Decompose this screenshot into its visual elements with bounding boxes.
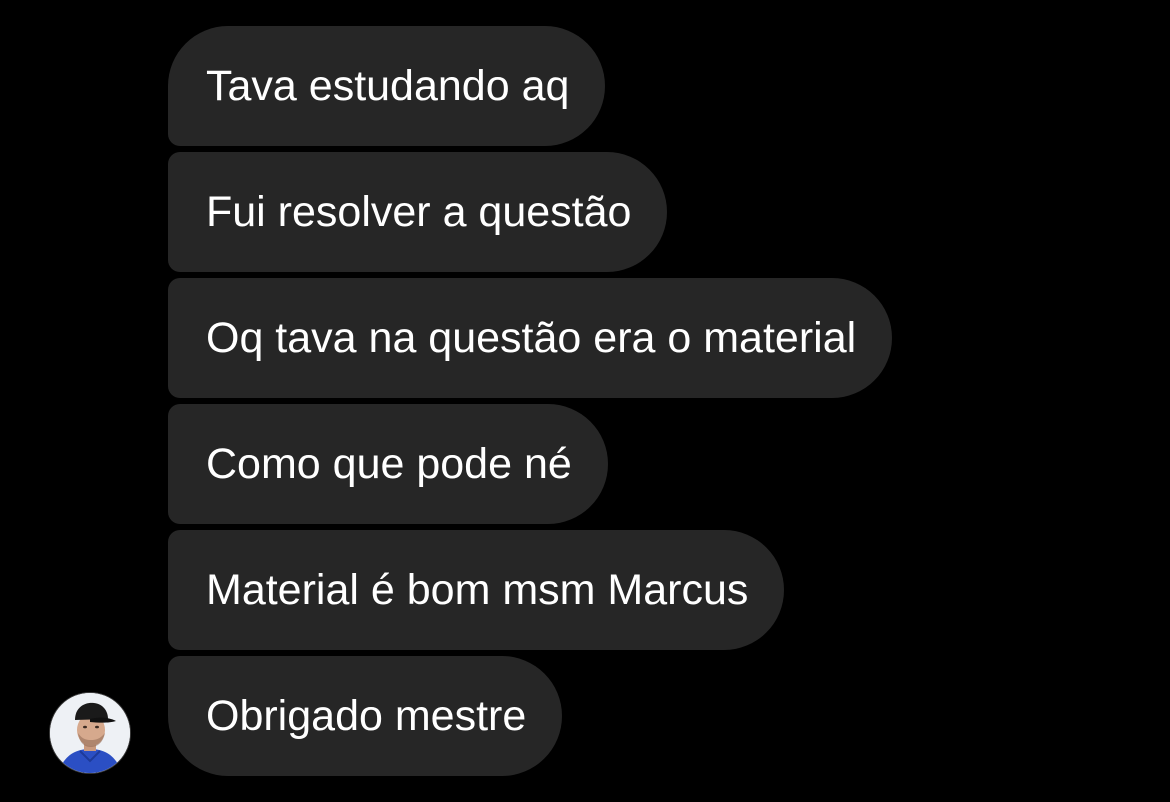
message-text: Fui resolver a questão: [206, 188, 632, 236]
message-text: Tava estudando aq: [206, 62, 570, 110]
message-bubble[interactable]: Como que pode né: [168, 404, 608, 524]
message-text: Como que pode né: [206, 440, 572, 488]
profile-photo-avatar-icon: [50, 693, 130, 773]
message-bubble[interactable]: Fui resolver a questão: [168, 152, 668, 272]
message-text: Obrigado mestre: [206, 692, 527, 740]
message-bubble[interactable]: Oq tava na questão era o material: [168, 278, 893, 398]
message-bubble[interactable]: Obrigado mestre: [168, 656, 563, 776]
message-text: Oq tava na questão era o material: [206, 314, 857, 362]
message-bubble[interactable]: Material é bom msm Marcus: [168, 530, 785, 650]
message-thread: Tava estudando aq Fui resolver a questão…: [0, 0, 1170, 802]
message-bubble[interactable]: Tava estudando aq: [168, 26, 606, 146]
message-text: Material é bom msm Marcus: [206, 566, 749, 614]
sender-avatar[interactable]: [49, 692, 131, 774]
